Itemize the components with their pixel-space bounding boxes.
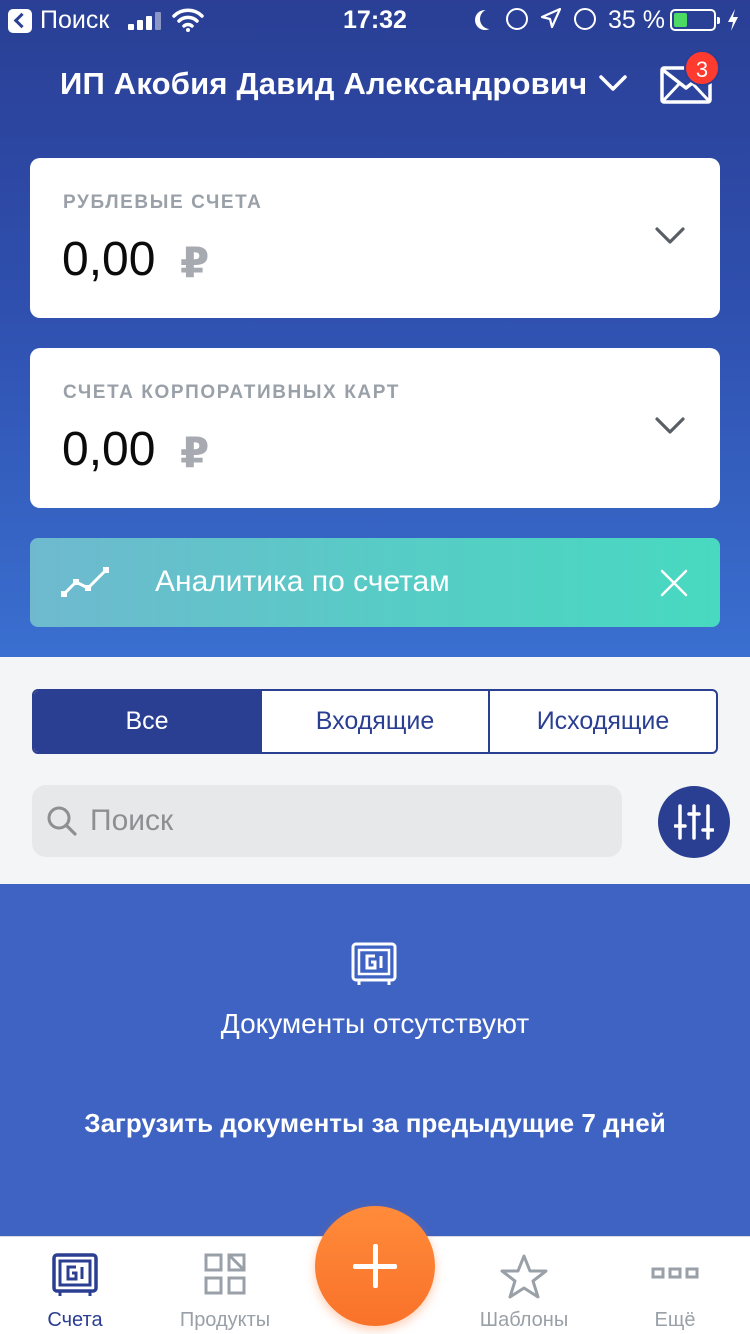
tab-accounts[interactable]: Счета <box>0 1237 150 1334</box>
battery-level <box>674 13 688 27</box>
chart-line-icon <box>61 567 109 597</box>
tab-more[interactable]: Ещё <box>600 1237 750 1334</box>
analytics-banner[interactable]: Аналитика по счетам <box>30 538 720 627</box>
charging-icon <box>728 9 738 31</box>
card-amount: 0,00 <box>62 423 156 476</box>
more-icon <box>651 1267 699 1279</box>
accounts-header-area: Поиск 17:32 35 % ИП Акобия Давид Алексан… <box>0 0 750 657</box>
search-input[interactable] <box>90 801 590 841</box>
chevron-down-icon[interactable] <box>654 416 686 436</box>
tab-label: Счета <box>47 1309 103 1331</box>
sliders-icon <box>674 804 714 840</box>
alarm-icon <box>574 8 596 30</box>
status-bar: Поиск 17:32 35 % <box>0 0 750 40</box>
tab-label: Продукты <box>179 1309 271 1331</box>
battery-icon <box>670 9 720 31</box>
tab-templates[interactable]: Шаблоны <box>449 1237 599 1334</box>
tab-incoming[interactable]: Входящие <box>262 691 490 752</box>
company-name[interactable]: ИП Акобия Давид Александрович <box>60 66 587 102</box>
card-amount: 0,00 <box>62 233 156 286</box>
tab-products[interactable]: Продукты <box>150 1237 300 1334</box>
empty-state-text: Документы отсутствуют <box>220 1008 530 1039</box>
grid-icon <box>204 1253 246 1295</box>
safe-icon <box>351 942 397 985</box>
close-icon[interactable] <box>660 569 688 597</box>
create-payment-button[interactable] <box>315 1206 435 1326</box>
tab-all[interactable]: Все <box>34 691 262 752</box>
chevron-down-icon[interactable] <box>654 226 686 246</box>
card-title: СЧЕТА КОРПОРАТИВНЫХ КАРТ <box>63 382 400 403</box>
star-icon <box>500 1254 548 1299</box>
unread-badge: 3 <box>684 50 720 86</box>
chevron-down-icon[interactable] <box>598 70 628 96</box>
load-previous-documents-link[interactable]: Загрузить документы за предыдущие 7 дней <box>0 1108 750 1139</box>
tab-label: Ещё <box>654 1309 696 1331</box>
card-title: РУБЛЕВЫЕ СЧЕТА <box>63 192 263 213</box>
tab-outgoing[interactable]: Исходящие <box>490 691 716 752</box>
currency-sign: ₽ <box>180 239 210 286</box>
battery-percent: 35 % <box>608 6 665 34</box>
rub-accounts-card[interactable]: РУБЛЕВЫЕ СЧЕТА 0,00 ₽ <box>30 158 720 318</box>
search-icon <box>47 806 77 836</box>
direction-filter: Все Входящие Исходящие <box>32 689 718 754</box>
analytics-label[interactable]: Аналитика по счетам <box>155 565 450 599</box>
currency-sign: ₽ <box>180 429 210 476</box>
search-bar[interactable] <box>32 785 622 857</box>
location-icon <box>540 7 562 29</box>
rotation-lock-icon <box>506 8 528 30</box>
safe-icon <box>52 1253 98 1296</box>
tab-label: Шаблоны <box>479 1309 569 1331</box>
filter-button[interactable] <box>658 786 730 858</box>
documents-section: Документы отсутствуют Загрузить документ… <box>0 884 750 1236</box>
corporate-cards-card[interactable]: СЧЕТА КОРПОРАТИВНЫХ КАРТ 0,00 ₽ <box>30 348 720 508</box>
do-not-disturb-icon <box>480 9 500 29</box>
